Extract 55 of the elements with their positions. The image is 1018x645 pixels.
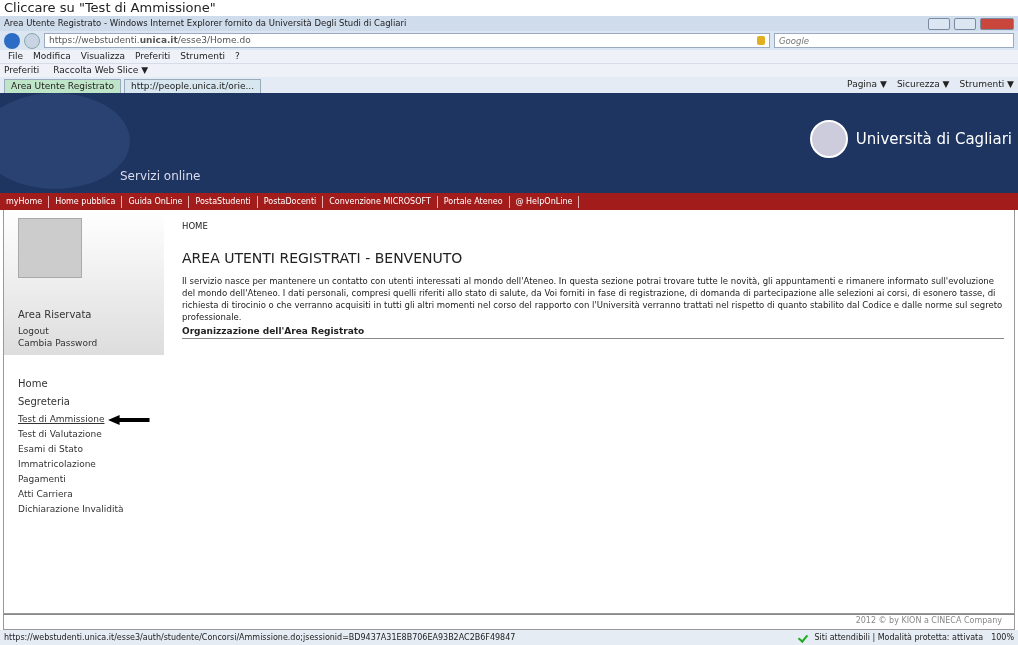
- footer-text: 2012 © by KION a CINECA Company: [3, 614, 1015, 630]
- home-link[interactable]: Home: [18, 376, 150, 391]
- section-heading: Organizzazione dell'Area Registrato: [182, 324, 1004, 340]
- search-field[interactable]: Google: [774, 33, 1014, 48]
- nav-link[interactable]: Convenzione MICROSOFT: [323, 195, 438, 208]
- nav-link[interactable]: PostaStudenti: [189, 195, 258, 208]
- sidebar-link[interactable]: Atti Carriera: [18, 487, 73, 502]
- favorites-item[interactable]: Preferiti: [4, 63, 40, 78]
- university-name: Università di Cagliari: [855, 128, 1012, 150]
- sidebar-link[interactable]: Esami di Stato: [18, 442, 83, 457]
- nav-link[interactable]: Portale Ateneo: [437, 195, 510, 208]
- page-heading: AREA UTENTI REGISTRATI - BENVENUTO: [182, 248, 464, 268]
- section-title: Segreteria: [18, 395, 71, 409]
- seal-icon: [809, 120, 848, 158]
- breadcrumb-text: HOME: [182, 220, 209, 233]
- avatar-placeholder: [18, 218, 82, 278]
- sidebar-link[interactable]: Immatricolazione: [18, 457, 96, 472]
- sidebar-link[interactable]: Test di Valutazione: [18, 427, 102, 442]
- browser-tab[interactable]: Area Utente Registrato: [4, 79, 121, 93]
- security-zone: Siti attendibili | Modalità protetta: attivata: [814, 631, 984, 644]
- intro-paragraph: Il servizio nasce per mantenere un contatto con utenti interessati al mondo dell'Ateneo. In questa sezione potrai trovare tutte le novità, gli appuntamenti e rimanere informato sull'evoluzione del mondo dell'Ateneo. I dati personali, compresi quelli riferiti allo stato di salute, da Voi forniti in fase di registrazione, di domanda di partecipazione alle selezioni ai corsi, di esonero tasse, di richiesta di tirocinio o che verranno acquisiti in tutti gli altri momenti nel corso del rapporto con l'Università verranno trattati nel rispetto di quanto stabilito dal Codice e dalle norme sul segreto professionale.: [182, 274, 1004, 323]
- sidebar-link[interactable]: Cambia Password: [18, 337, 150, 349]
- sidebar-link[interactable]: Pagamenti: [18, 472, 66, 487]
- window-title: Area Utente Registrato - Windows Internet Explorer fornito da Università Degli Studi di Cagliari: [4, 17, 407, 30]
- menu-item[interactable]: Visualizza: [80, 49, 126, 64]
- nav-link[interactable]: myHome: [0, 195, 50, 208]
- minimize-button[interactable]: [928, 17, 950, 30]
- service-title: Servizi online: [120, 168, 201, 185]
- nav-link[interactable]: @ HelpOnLine: [509, 195, 580, 208]
- command-button[interactable]: Sicurezza ▼: [896, 78, 950, 92]
- section-title: Area Riservata: [18, 308, 93, 322]
- menu-item[interactable]: ?: [234, 49, 240, 64]
- sidebar-link[interactable]: Test di Ammissione: [18, 412, 105, 427]
- close-button[interactable]: [980, 17, 1014, 30]
- address-field[interactable]: https://webstudenti.unica.it/esse3/Home.do: [44, 33, 770, 48]
- menu-item[interactable]: Strumenti: [180, 49, 225, 64]
- back-button[interactable]: [4, 32, 20, 49]
- arrow-icon: [108, 413, 150, 426]
- caption-text: Cliccare su "Test di Ammissione": [3, 0, 217, 16]
- menu-item[interactable]: File: [8, 49, 24, 64]
- favorites-item[interactable]: Raccolta Web Slice ▼: [53, 63, 149, 78]
- menu-item[interactable]: Preferiti: [135, 49, 171, 64]
- nav-link[interactable]: PostaDocenti: [257, 195, 324, 208]
- browser-tab[interactable]: http://people.unica.it/orie...: [123, 79, 261, 93]
- status-url: https://webstudenti.unica.it/esse3/auth/studente/Concorsi/Ammissione.do;jsessionid=BD9437A31E8B706EA93B2AC2B6F49847: [4, 631, 516, 644]
- nav-link[interactable]: Home pubblica: [49, 195, 123, 208]
- sidebar-link[interactable]: Dichiarazione Invalidità: [18, 502, 124, 517]
- zoom-level[interactable]: 100%: [991, 631, 1014, 644]
- forward-button[interactable]: [24, 32, 40, 49]
- command-button[interactable]: Pagina ▼: [847, 78, 887, 92]
- sidebar-link[interactable]: Logout: [18, 325, 150, 337]
- menu-item[interactable]: Modifica: [33, 49, 71, 64]
- maximize-button[interactable]: [954, 17, 976, 30]
- command-button[interactable]: Strumenti ▼: [959, 78, 1014, 92]
- nav-link[interactable]: Guida OnLine: [122, 195, 190, 208]
